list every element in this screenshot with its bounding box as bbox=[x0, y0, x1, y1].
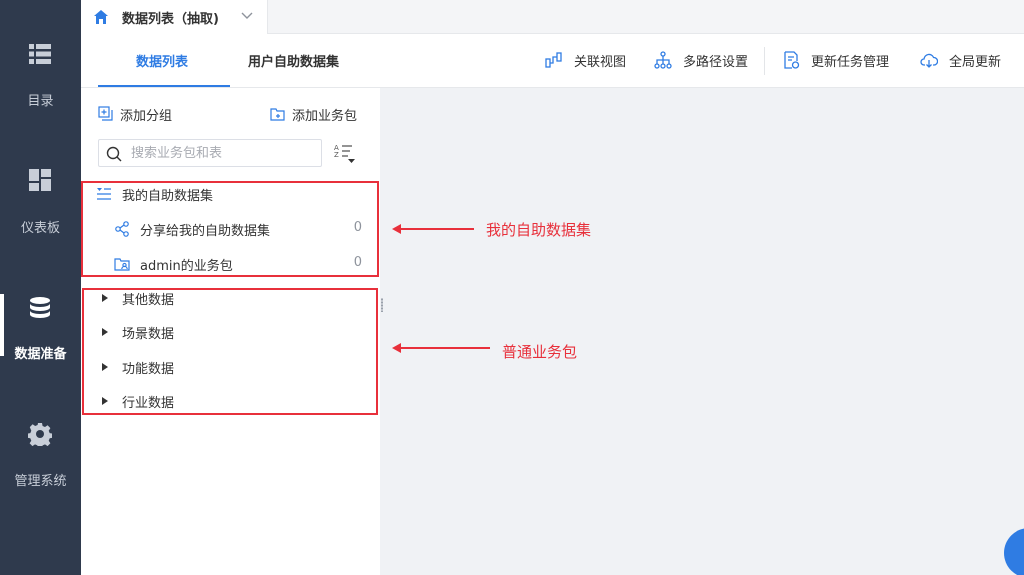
multipath-icon bbox=[654, 51, 672, 69]
main-content-area bbox=[384, 88, 1024, 575]
add-group-label: 添加分组 bbox=[120, 109, 173, 124]
multipath-label: 多路径设置 bbox=[683, 55, 749, 70]
highlight-box-packages bbox=[82, 288, 378, 415]
gear-icon bbox=[28, 423, 52, 446]
search-box bbox=[98, 139, 322, 167]
data-list-panel: 添加分组 添加业务包 A Z 我的自助数据集 bbox=[81, 88, 380, 575]
search-icon bbox=[106, 146, 122, 162]
active-tab-underline bbox=[98, 85, 230, 87]
add-group-icon bbox=[98, 106, 113, 121]
database-icon bbox=[30, 297, 50, 318]
global-update-label: 全局更新 bbox=[949, 55, 1002, 70]
nav-label: 目录 bbox=[27, 94, 54, 109]
tab-data-list[interactable]: 数据列表 bbox=[136, 51, 188, 70]
nav-item-dashboard[interactable]: 仪表板 bbox=[0, 164, 81, 264]
document-tab-title: 数据列表（抽取) bbox=[122, 12, 219, 27]
annotation-arrow bbox=[392, 343, 490, 353]
add-package-label: 添加业务包 bbox=[292, 109, 358, 124]
nav-label: 管理系统 bbox=[14, 474, 67, 489]
highlight-box-self-service bbox=[81, 181, 379, 277]
sort-icon[interactable]: A Z bbox=[333, 142, 357, 164]
chevron-down-icon[interactable] bbox=[241, 11, 253, 21]
catalog-icon bbox=[29, 44, 51, 64]
drag-handle-icon bbox=[381, 298, 383, 312]
nav-item-catalog[interactable]: 目录 bbox=[0, 38, 81, 138]
nav-item-data-prep[interactable]: 数据准备 bbox=[0, 292, 81, 392]
nav-label: 仪表板 bbox=[20, 221, 60, 236]
cloud-refresh-icon bbox=[920, 53, 938, 68]
relation-view-icon bbox=[545, 52, 562, 68]
dashboard-icon bbox=[29, 169, 51, 191]
search-input[interactable] bbox=[131, 144, 316, 162]
add-package-icon bbox=[270, 108, 285, 121]
left-nav: 目录 仪表板 数据准备 管理系统 bbox=[0, 0, 81, 575]
document-tab[interactable]: 数据列表（抽取) bbox=[81, 0, 268, 34]
svg-text:Z: Z bbox=[334, 151, 339, 159]
update-task-label: 更新任务管理 bbox=[811, 55, 890, 70]
annotation-normal-packages: 普通业务包 bbox=[502, 343, 578, 361]
subheader: 数据列表 用户自助数据集 关联视图 多路径设置 更新任务管理 全局更新 bbox=[81, 34, 1024, 88]
annotation-self-service: 我的自助数据集 bbox=[486, 221, 592, 239]
relation-view-label: 关联视图 bbox=[574, 55, 627, 70]
annotation-arrow bbox=[392, 224, 474, 234]
home-icon bbox=[94, 10, 108, 24]
nav-label: 数据准备 bbox=[14, 347, 67, 362]
tab-user-self-service[interactable]: 用户自助数据集 bbox=[248, 51, 339, 70]
nav-item-admin[interactable]: 管理系统 bbox=[0, 418, 81, 518]
task-manage-icon bbox=[784, 51, 800, 69]
tab-bar: 数据列表（抽取) bbox=[81, 0, 1024, 34]
toolbar-divider bbox=[764, 47, 765, 75]
